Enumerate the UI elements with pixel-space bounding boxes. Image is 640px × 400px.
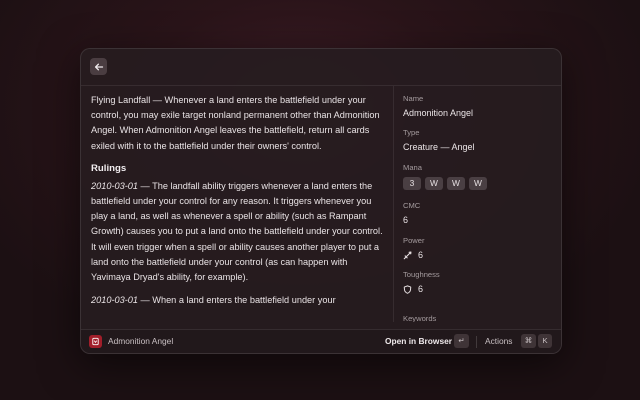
mana-symbol: W <box>425 177 443 190</box>
card-icon <box>92 337 99 346</box>
arrow-left-icon <box>94 63 103 70</box>
cmc-label: CMC <box>403 201 421 210</box>
top-bar <box>81 49 561 86</box>
mana-label: Mana <box>403 163 422 172</box>
ruling-date: 2010-03-01 <box>91 295 138 306</box>
back-button[interactable] <box>90 58 107 75</box>
command-key-hint: ⌘ <box>521 334 536 348</box>
footer-title: Admonition Angel <box>108 336 174 346</box>
sword-icon <box>403 251 412 259</box>
enter-key-hint: ↵ <box>454 334 469 348</box>
power-field: Power 6 <box>403 236 425 260</box>
card-detail-content[interactable]: Flying Landfall — Whenever a land enters… <box>81 86 393 322</box>
ruling-item: 2010-03-01 — The landfall ability trigge… <box>91 179 387 285</box>
cmc-field: CMC 6 <box>403 201 420 225</box>
name-label: Name <box>403 94 424 103</box>
mana-cost: 3 W W W <box>403 177 487 190</box>
panel-divider <box>393 86 394 322</box>
card-text: Flying Landfall — Whenever a land enters… <box>91 93 387 316</box>
type-field: Type Creature — Angel <box>403 128 475 152</box>
rulings-heading: Rulings <box>91 162 127 174</box>
ruling-item: 2010-03-01 — When a land enters the batt… <box>91 293 387 308</box>
ruling-date: 2010-03-01 <box>91 180 138 191</box>
actions-button[interactable]: Actions <box>485 336 512 346</box>
power-value: 6 <box>418 250 424 260</box>
name-value: Admonition Angel <box>403 108 474 118</box>
name-field: Name Admonition Angel <box>403 94 473 118</box>
mana-field: Mana 3 W W W <box>403 163 487 190</box>
mana-symbol: W <box>447 177 465 190</box>
cmc-value: 6 <box>403 215 409 225</box>
ruling-text: — The landfall ability triggers whenever… <box>91 180 383 283</box>
toughness-field: Toughness 6 <box>403 270 440 294</box>
mana-symbol: W <box>469 177 487 190</box>
toughness-label: Toughness <box>403 270 440 279</box>
footer-separator <box>476 336 477 348</box>
toughness-value: 6 <box>418 284 424 294</box>
ruling-text: — When a land enters the battlefield und… <box>138 295 336 306</box>
open-in-browser-button[interactable]: Open in Browser <box>385 336 452 346</box>
power-label: Power <box>403 236 425 245</box>
k-key-hint: K <box>538 334 552 348</box>
metadata-panel: Name Admonition Angel Type Creature — An… <box>403 86 553 322</box>
toughness-row: 6 <box>403 284 440 294</box>
action-bar: Admonition Angel Open in Browser ↵ Actio… <box>81 329 561 353</box>
detail-window: Flying Landfall — Whenever a land enters… <box>80 48 562 354</box>
shield-icon <box>403 284 412 294</box>
type-label: Type <box>403 128 420 137</box>
mana-symbol: 3 <box>403 177 421 190</box>
oracle-text: Flying Landfall — Whenever a land enters… <box>91 95 380 151</box>
mtg-app-icon <box>89 335 102 348</box>
keywords-field: Keywords <box>403 314 436 322</box>
power-row: 6 <box>403 250 425 260</box>
keywords-label: Keywords <box>403 314 437 322</box>
type-value: Creature — Angel <box>403 142 475 152</box>
